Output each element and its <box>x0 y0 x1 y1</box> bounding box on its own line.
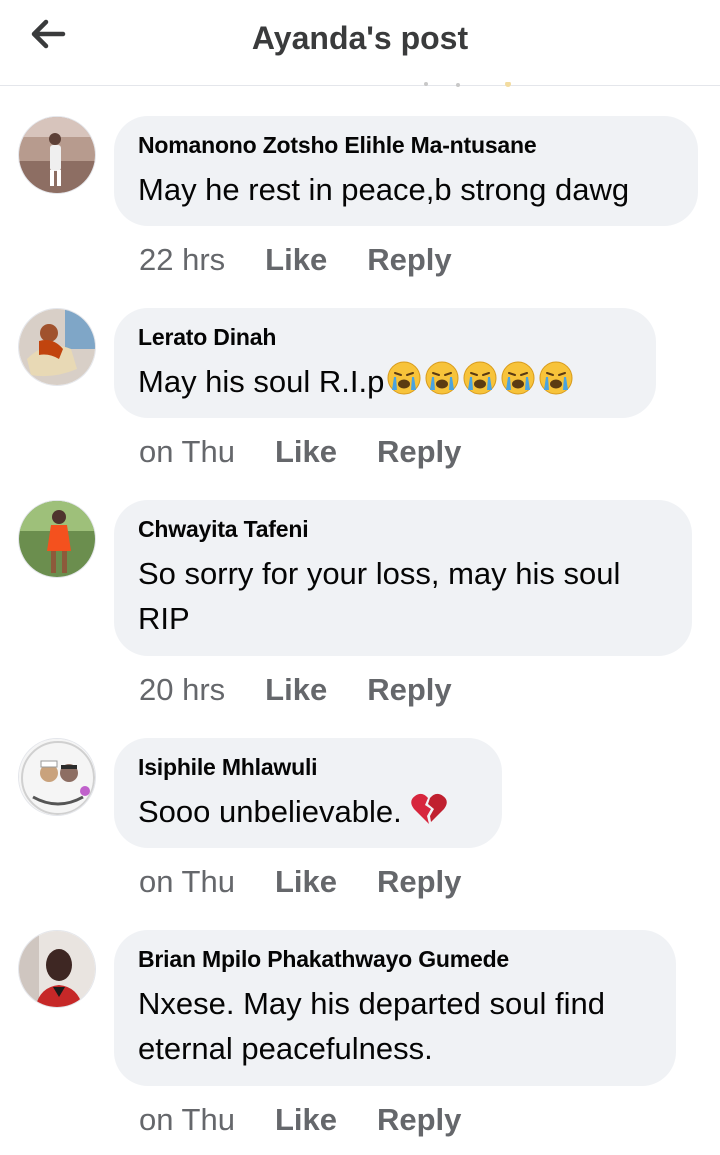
comment-text: May his soul R.I.p <box>138 359 632 404</box>
avatar[interactable] <box>18 116 96 194</box>
comment-text: Sooo unbelievable. <box>138 789 478 834</box>
comment-text-line: Nxese. May his departed soul find <box>138 986 605 1021</box>
like-button[interactable]: Like <box>275 1102 337 1138</box>
comment-actions: on Thu Like Reply <box>139 1102 461 1138</box>
reply-button[interactable]: Reply <box>367 242 451 278</box>
comment-text-content: Sooo unbelievable. <box>138 794 402 829</box>
comment-time[interactable]: on Thu <box>139 434 235 470</box>
comment-author[interactable]: Nomanono Zotsho Elihle Ma-ntusane <box>138 132 674 159</box>
comment-text-line: eternal peacefulness. <box>138 1031 433 1066</box>
comment-text-line: So sorry for your loss, may his soul <box>138 556 621 591</box>
avatar-photo <box>19 501 95 577</box>
comment-bubble[interactable]: Brian Mpilo Phakathwayo Gumede Nxese. Ma… <box>114 930 676 1086</box>
comment-text-content: May his soul R.I.p <box>138 364 385 399</box>
reply-button[interactable]: Reply <box>377 1102 461 1138</box>
avatar-photo <box>19 931 95 1007</box>
avatar-photo <box>19 309 95 385</box>
avatar[interactable] <box>18 930 96 1008</box>
comment-author[interactable]: Lerato Dinah <box>138 324 632 351</box>
crying-face-emoji <box>463 361 497 395</box>
partial-reaction-icons <box>424 82 511 87</box>
comment-time[interactable]: on Thu <box>139 1102 235 1138</box>
comment-actions: 20 hrs Like Reply <box>139 672 452 708</box>
comment-text: May he rest in peace,b strong dawg <box>138 172 630 207</box>
reply-button[interactable]: Reply <box>377 864 461 900</box>
like-button[interactable]: Like <box>265 672 327 708</box>
comment-text: So sorry for your loss, may his soul RIP <box>138 551 668 641</box>
like-button[interactable]: Like <box>265 242 327 278</box>
top-bar: Ayanda's post <box>0 0 720 87</box>
comment-author[interactable]: Chwayita Tafeni <box>138 516 668 543</box>
comment-actions: on Thu Like Reply <box>139 864 461 900</box>
comment-time[interactable]: on Thu <box>139 864 235 900</box>
reply-button[interactable]: Reply <box>377 434 461 470</box>
comment-author[interactable]: Brian Mpilo Phakathwayo Gumede <box>138 946 652 973</box>
page-title: Ayanda's post <box>251 20 469 56</box>
like-button[interactable]: Like <box>275 864 337 900</box>
like-button[interactable]: Like <box>275 434 337 470</box>
comment-text: Nxese. May his departed soul find eterna… <box>138 981 652 1071</box>
crying-face-emoji <box>539 361 573 395</box>
comment-bubble[interactable]: Nomanono Zotsho Elihle Ma-ntusane May he… <box>114 116 698 226</box>
reply-button[interactable]: Reply <box>367 672 451 708</box>
emoji-row <box>384 361 574 399</box>
avatar-photo <box>19 117 95 193</box>
crying-face-emoji <box>387 361 421 395</box>
comment-author[interactable]: Isiphile Mhlawuli <box>138 754 478 781</box>
comment-actions: on Thu Like Reply <box>139 434 461 470</box>
comment-actions: 22 hrs Like Reply <box>139 242 452 278</box>
comment-text-line: RIP <box>138 601 190 636</box>
crying-face-emoji <box>501 361 535 395</box>
avatar-photo <box>19 739 95 815</box>
avatar[interactable] <box>18 738 96 816</box>
comment-bubble[interactable]: Chwayita Tafeni So sorry for your loss, … <box>114 500 692 656</box>
avatar[interactable] <box>18 500 96 578</box>
avatar[interactable] <box>18 308 96 386</box>
comment-bubble[interactable]: Isiphile Mhlawuli Sooo unbelievable. <box>114 738 502 848</box>
comment-time[interactable]: 22 hrs <box>139 242 225 278</box>
comment-bubble[interactable]: Lerato Dinah May his soul R.I.p <box>114 308 656 418</box>
comment-time[interactable]: 20 hrs <box>139 672 225 708</box>
crying-face-emoji <box>425 361 459 395</box>
broken-heart-emoji <box>411 793 448 824</box>
